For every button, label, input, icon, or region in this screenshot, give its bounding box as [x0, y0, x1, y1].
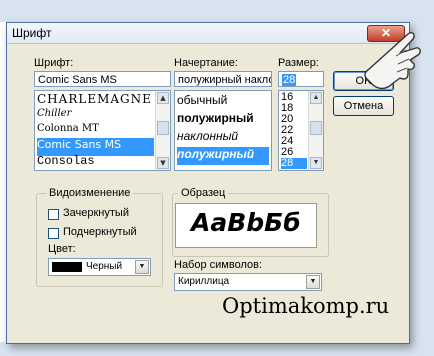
size-item-28[interactable]: 28	[281, 158, 307, 169]
size-item-20[interactable]: 20	[281, 114, 307, 125]
font-list-scrollbar[interactable]: ▲ ▼	[155, 91, 170, 170]
style-input[interactable]: полужирный наклонный	[174, 71, 272, 87]
hand-cursor-icon	[364, 32, 421, 90]
underline-checkbox[interactable]	[48, 228, 59, 239]
watermark-text: Optimakomp.ru	[222, 294, 390, 318]
size-input[interactable]: 28	[278, 71, 324, 87]
strikeout-label: Зачеркнутый	[63, 207, 129, 219]
effects-group-title: Видоизменение	[46, 187, 134, 199]
chevron-down-icon[interactable]: ▼	[135, 260, 149, 274]
sample-preview: AaBbБб	[175, 203, 317, 248]
scroll-down-icon[interactable]: ▼	[310, 157, 322, 169]
style-item-bold-italic[interactable]: полужирный	[177, 147, 269, 165]
strikeout-checkbox[interactable]	[48, 209, 59, 220]
color-label: Цвет:	[48, 243, 76, 255]
sample-group-title: Образец	[178, 187, 229, 199]
sample-text: AaBbБб	[191, 208, 301, 237]
size-list-scrollbar[interactable]: ▲ ▼	[308, 91, 323, 170]
style-label: Начертание:	[174, 57, 238, 69]
font-name-input[interactable]: Comic Sans MS	[34, 71, 171, 87]
underline-label: Подчеркнутый	[63, 226, 137, 238]
background-window-edge	[0, 0, 434, 22]
script-select[interactable]: Кириллица ▼	[174, 273, 322, 291]
size-item-24[interactable]: 24	[281, 136, 307, 147]
scroll-thumb[interactable]	[157, 121, 169, 135]
scroll-up-icon[interactable]: ▲	[310, 92, 322, 104]
scroll-thumb[interactable]	[310, 121, 322, 135]
size-list[interactable]: 16 18 20 22 24 26 28 ▲ ▼	[278, 90, 324, 171]
font-label: Шрифт:	[34, 57, 74, 69]
scroll-up-icon[interactable]: ▲	[157, 92, 169, 104]
font-dialog: Шрифт ✕ Шрифт: Comic Sans MS CHARLEMAGNE…	[6, 22, 410, 344]
style-item-italic[interactable]: наклонный	[177, 129, 269, 147]
script-label: Набор символов:	[174, 259, 263, 271]
dialog-title: Шрифт	[12, 26, 52, 40]
size-item-26[interactable]: 26	[281, 147, 307, 158]
style-item-bold[interactable]: полужирный	[177, 111, 269, 129]
background-window-edge-bottom	[0, 342, 434, 356]
color-swatch	[52, 262, 82, 272]
chevron-down-icon[interactable]: ▼	[306, 275, 320, 289]
style-item-regular[interactable]: обычный	[177, 93, 269, 111]
size-item-22[interactable]: 22	[281, 125, 307, 136]
style-list[interactable]: обычный полужирный наклонный полужирный	[174, 90, 272, 171]
color-select[interactable]: Черный ▼	[48, 258, 151, 276]
font-list[interactable]: CHARLEMAGNE Chiller Colonna MT Comic San…	[34, 90, 171, 171]
title-bar[interactable]: Шрифт ✕	[7, 23, 409, 44]
scroll-down-icon[interactable]: ▼	[157, 157, 169, 169]
size-item-18[interactable]: 18	[281, 103, 307, 114]
size-item-16[interactable]: 16	[281, 92, 307, 103]
font-item-consolas[interactable]: Consolas	[37, 154, 154, 170]
size-label: Размер:	[278, 57, 319, 69]
